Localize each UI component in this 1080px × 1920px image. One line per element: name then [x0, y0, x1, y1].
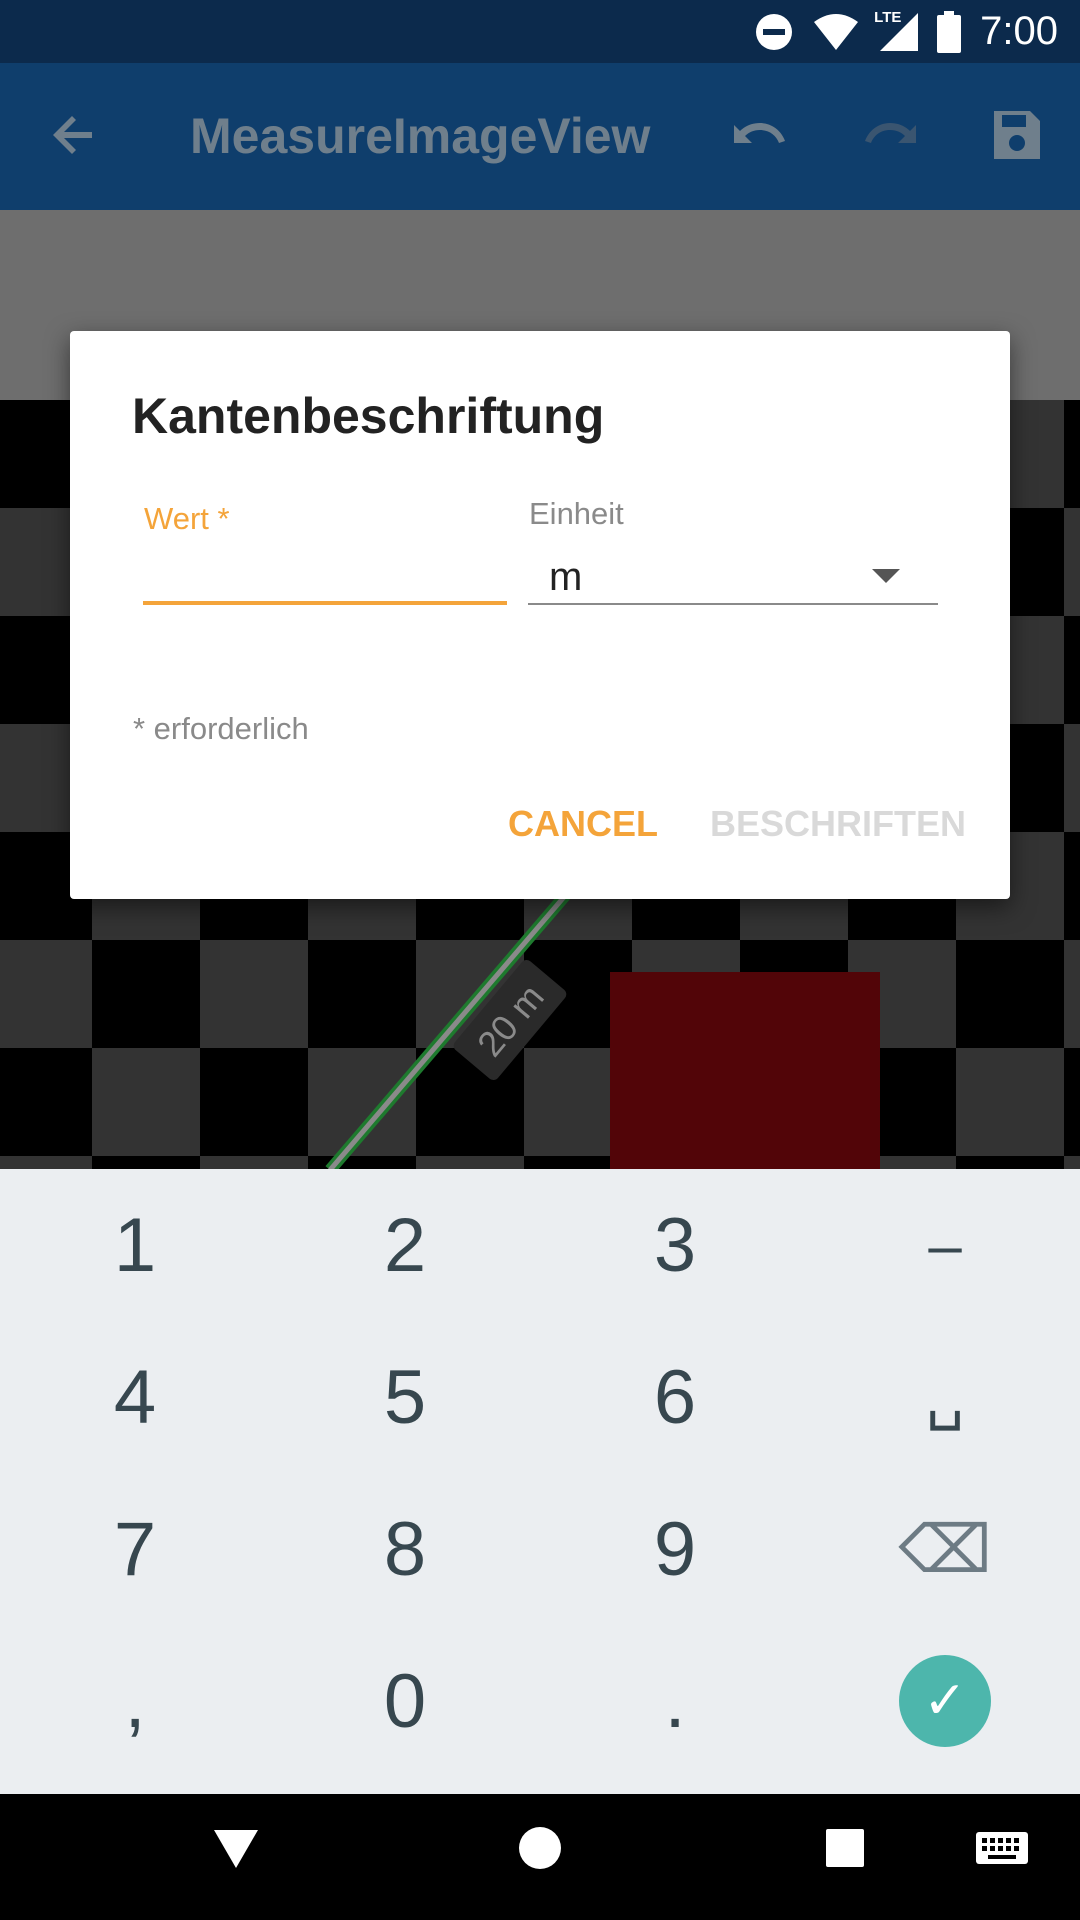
back-arrow-icon[interactable] — [42, 103, 106, 167]
navigation-bar — [0, 1794, 1080, 1920]
network-type: LTE — [874, 8, 902, 26]
key-comma[interactable]: , — [0, 1625, 270, 1777]
value-input[interactable] — [143, 553, 507, 605]
key-backspace[interactable]: ⌫ — [810, 1473, 1080, 1625]
cell-signal-icon: LTE — [874, 9, 919, 53]
do-not-disturb-icon — [756, 13, 793, 50]
measured-edge[interactable]: 20 m — [0, 890, 1080, 1170]
key-space[interactable]: ␣ — [810, 1321, 1080, 1473]
cancel-button[interactable]: CANCEL — [508, 803, 658, 845]
checkmark-icon: ✓ — [923, 1672, 967, 1730]
key-1[interactable]: 1 — [0, 1169, 270, 1321]
edge-label-dialog: Kantenbeschriftung Wert * Einheit m * er… — [70, 331, 1010, 899]
dialog-title: Kantenbeschriftung — [132, 388, 605, 444]
recents-square-icon[interactable] — [824, 1824, 866, 1872]
status-bar: LTE 7:00 — [0, 0, 1080, 63]
keyboard-icon[interactable] — [974, 1824, 1030, 1872]
label-button[interactable]: BESCHRIFTEN — [710, 803, 966, 845]
battery-icon — [937, 10, 962, 53]
key-4[interactable]: 4 — [0, 1321, 270, 1473]
unit-select[interactable]: m — [528, 549, 938, 605]
unit-label: Einheit — [529, 496, 624, 531]
back-triangle-icon[interactable] — [212, 1824, 260, 1872]
key-8[interactable]: 8 — [270, 1473, 540, 1625]
redo-icon[interactable] — [858, 103, 922, 167]
key-3[interactable]: 3 — [540, 1169, 810, 1321]
required-note: * erforderlich — [133, 711, 309, 746]
status-time: 7:00 — [980, 9, 1058, 53]
status-icons: LTE 7:00 — [754, 0, 1058, 63]
value-label: Wert * — [144, 501, 230, 536]
key-9[interactable]: 9 — [540, 1473, 810, 1625]
dropdown-arrow-icon — [872, 569, 900, 583]
app-title: MeasureImageView — [190, 108, 651, 164]
save-icon[interactable] — [984, 103, 1048, 167]
app-bar: MeasureImageView — [0, 63, 1080, 210]
key-period[interactable]: . — [540, 1625, 810, 1777]
enter-button[interactable]: ✓ — [899, 1655, 991, 1747]
key-5[interactable]: 5 — [270, 1321, 540, 1473]
key-0[interactable]: 0 — [270, 1625, 540, 1777]
key-6[interactable]: 6 — [540, 1321, 810, 1473]
unit-value: m — [549, 555, 583, 599]
wifi-icon — [814, 13, 859, 50]
home-circle-icon[interactable] — [516, 1824, 564, 1872]
numeric-keyboard: 1 2 3 – 4 5 6 ␣ 7 8 9 ⌫ , 0 . ✓ — [0, 1169, 1080, 1794]
undo-icon[interactable] — [728, 103, 792, 167]
key-7[interactable]: 7 — [0, 1473, 270, 1625]
key-2[interactable]: 2 — [270, 1169, 540, 1321]
key-enter[interactable]: ✓ — [810, 1625, 1080, 1777]
key-minus[interactable]: – — [810, 1169, 1080, 1321]
